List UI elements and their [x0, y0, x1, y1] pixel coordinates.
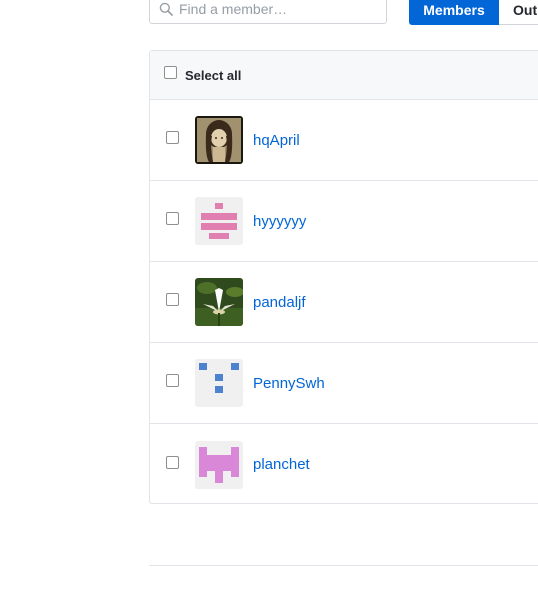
search-icon: [159, 2, 173, 16]
member-row: pandaljf: [150, 262, 538, 343]
member-checkbox[interactable]: [166, 212, 179, 225]
member-row: hqApril: [150, 100, 538, 181]
avatar[interactable]: [195, 197, 243, 245]
member-username[interactable]: hqApril: [253, 132, 300, 149]
member-username[interactable]: planchet: [253, 456, 310, 473]
member-row: hyyyyyy: [150, 181, 538, 262]
member-checkbox[interactable]: [166, 131, 179, 144]
avatar[interactable]: [195, 116, 243, 164]
tab-outside-collaborators[interactable]: Out: [499, 0, 538, 25]
member-row: PennySwh: [150, 343, 538, 424]
member-checkbox[interactable]: [166, 455, 179, 469]
select-all-label: Select all: [185, 67, 242, 83]
tab-members[interactable]: Members: [409, 0, 499, 25]
list-header: Select all: [150, 51, 538, 100]
member-username[interactable]: PennySwh: [253, 375, 325, 392]
avatar[interactable]: [195, 278, 243, 326]
avatar[interactable]: [195, 440, 243, 489]
select-all-checkbox[interactable]: [164, 65, 177, 79]
avatar[interactable]: [195, 359, 243, 407]
search-input[interactable]: [173, 0, 369, 21]
member-username[interactable]: pandaljf: [253, 294, 306, 311]
divider: [149, 565, 538, 566]
members-list: Select all hqApril hyyyyyy pandaljf Penn…: [149, 50, 538, 504]
member-checkbox[interactable]: [166, 293, 179, 306]
member-row: planchet: [150, 424, 538, 505]
member-type-tabs: Members Out: [409, 0, 538, 25]
member-checkbox[interactable]: [166, 374, 179, 387]
member-username[interactable]: hyyyyyy: [253, 213, 306, 230]
member-search[interactable]: [149, 0, 387, 24]
